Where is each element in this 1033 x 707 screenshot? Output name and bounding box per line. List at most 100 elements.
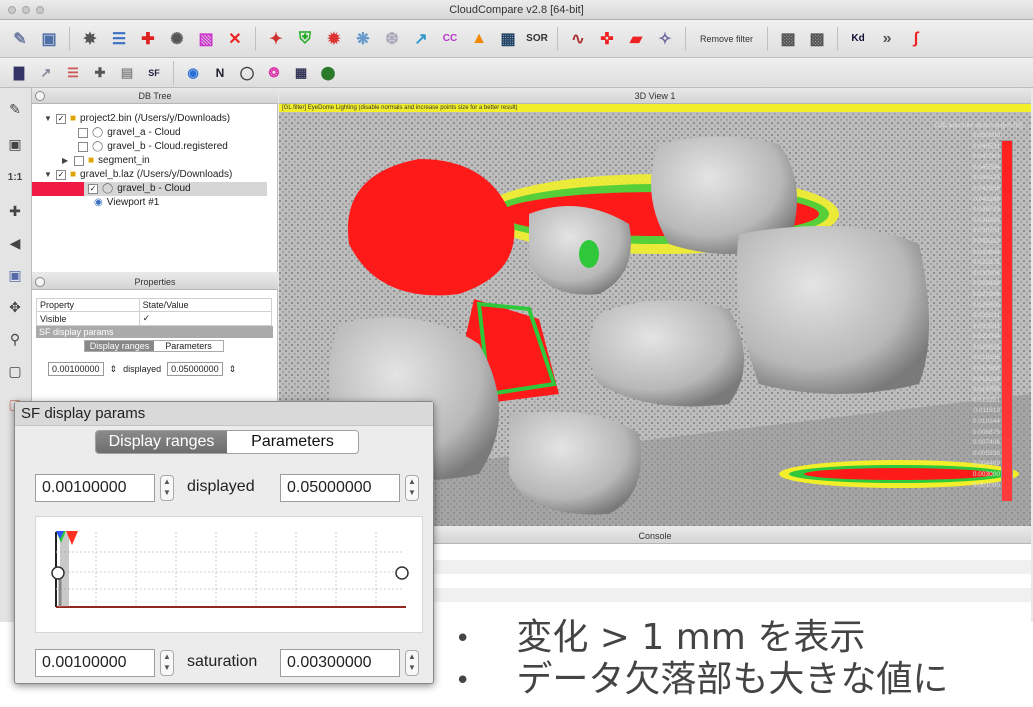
sor-icon[interactable]: SOR bbox=[525, 27, 549, 51]
minimize-window-button[interactable] bbox=[22, 6, 30, 14]
dock-pin-icon[interactable] bbox=[35, 277, 45, 287]
tab-parameters[interactable]: Parameters bbox=[227, 431, 358, 453]
tree-item-cloud[interactable]: ◯ gravel_a - Cloud bbox=[78, 126, 181, 140]
scale-value-label: 0.038250 bbox=[972, 216, 1000, 224]
secondary-toolbar: ▇ ↗ ☰ ✚ ▤ SF ◉ N ◯ ❂ ▦ ⬤ bbox=[0, 58, 1033, 88]
properties-title: Properties bbox=[134, 277, 176, 287]
saturation-min-field[interactable]: 0.00100000 bbox=[35, 649, 155, 677]
compare-icon[interactable]: ↗ bbox=[409, 27, 433, 51]
remove-filter-button[interactable]: Remove filter bbox=[694, 34, 759, 44]
histogram[interactable] bbox=[35, 516, 423, 633]
histogram-icon[interactable]: ▇ bbox=[8, 62, 30, 84]
dock-pin-icon[interactable] bbox=[35, 91, 45, 101]
save-icon[interactable]: ▣ bbox=[37, 27, 61, 51]
sat-handle-icon[interactable] bbox=[51, 566, 65, 580]
checkbox[interactable]: ✓ bbox=[88, 184, 98, 194]
display-min-field[interactable]: 0.00100000 bbox=[35, 474, 155, 502]
segment-icon[interactable]: ✺ bbox=[165, 27, 189, 51]
tree-item-viewport[interactable]: ◉ Viewport #1 bbox=[94, 196, 159, 210]
tree-item-project[interactable]: ▼ ✓ ■ project2.bin (/Users/y/Downloads) bbox=[44, 112, 230, 126]
checker-icon[interactable]: ▦ bbox=[496, 27, 520, 51]
color-icon[interactable]: ✹ bbox=[322, 27, 346, 51]
center-icon[interactable]: ✚ bbox=[4, 200, 26, 222]
sf-icon[interactable]: SF bbox=[143, 62, 165, 84]
toolbar-more-button[interactable]: » bbox=[875, 27, 899, 51]
pick-icon[interactable]: ✎ bbox=[4, 98, 26, 120]
checkbox[interactable] bbox=[74, 156, 84, 166]
sphere-icon[interactable]: ⬤ bbox=[317, 62, 339, 84]
checkbox[interactable]: ✓ bbox=[56, 114, 66, 124]
transform-icon[interactable]: ✚ bbox=[136, 27, 160, 51]
curve-icon[interactable]: ∿ bbox=[566, 27, 590, 51]
scale-value-label: 0.023563 bbox=[972, 322, 1000, 330]
spin-arrows-icon[interactable]: ▲ ▼ bbox=[405, 650, 419, 676]
settings-icon[interactable]: ✸ bbox=[78, 27, 102, 51]
plot-icon[interactable]: ↗ bbox=[35, 62, 57, 84]
property-visible-checkbox[interactable]: ✓ bbox=[138, 311, 273, 326]
checkbox[interactable] bbox=[78, 142, 88, 152]
list-icon[interactable]: ☰ bbox=[107, 27, 131, 51]
sf-shield-icon[interactable]: ◉ bbox=[182, 62, 204, 84]
spin-arrows-icon[interactable]: ⇕ bbox=[110, 364, 118, 375]
image2-icon[interactable]: ▩ bbox=[805, 27, 829, 51]
c2m-icon[interactable]: ▲ bbox=[467, 27, 491, 51]
spin-arrows-icon[interactable]: ▲ ▼ bbox=[405, 475, 419, 501]
spin-arrows-icon[interactable]: ⇕ bbox=[229, 364, 237, 375]
kdtree-icon[interactable]: Kd bbox=[846, 27, 870, 51]
normals-icon[interactable]: N bbox=[209, 62, 231, 84]
spin-arrows-icon[interactable]: ▲ ▼ bbox=[160, 475, 174, 501]
range-max-field[interactable]: 0.05000000 bbox=[167, 362, 223, 376]
selection-color-swatch bbox=[32, 182, 84, 196]
pivot-icon[interactable]: ◀ bbox=[4, 232, 26, 254]
tab-display-ranges[interactable]: Display ranges bbox=[85, 341, 154, 351]
open-icon[interactable]: ✎ bbox=[8, 27, 32, 51]
sat-handle-icon[interactable] bbox=[395, 566, 409, 580]
expand-arrow-icon[interactable]: ▼ bbox=[44, 112, 52, 126]
image-icon[interactable]: ▩ bbox=[776, 27, 800, 51]
lasso-icon[interactable]: ◯ bbox=[236, 62, 258, 84]
expand-arrow-icon[interactable]: ▼ bbox=[44, 168, 52, 182]
scalar-plot-icon[interactable]: ☰ bbox=[62, 62, 84, 84]
saturation-max-field[interactable]: 0.00300000 bbox=[280, 649, 400, 677]
mesh-icon[interactable]: ❂ bbox=[263, 62, 285, 84]
plane-icon[interactable]: ▰ bbox=[624, 27, 648, 51]
cross-icon[interactable]: ✜ bbox=[595, 27, 619, 51]
grid-icon[interactable]: ▦ bbox=[290, 62, 312, 84]
close-window-button[interactable] bbox=[8, 6, 16, 14]
cube-view-icon[interactable]: ▣ bbox=[4, 264, 26, 286]
tree-item-project[interactable]: ▼ ✓ ■ gravel_b.laz (/Users/y/Downloads) bbox=[44, 168, 232, 182]
merge-icon[interactable]: ▧ bbox=[194, 27, 218, 51]
delete-icon[interactable]: ✕ bbox=[223, 27, 247, 51]
range-min-field[interactable]: 0.00100000 bbox=[48, 362, 104, 376]
tab-parameters[interactable]: Parameters bbox=[154, 341, 223, 351]
cut-icon[interactable]: ❆ bbox=[380, 27, 404, 51]
expand-arrow-icon[interactable]: ▶ bbox=[62, 154, 70, 168]
filter-icon[interactable]: ⛨ bbox=[293, 27, 317, 51]
camera-icon[interactable]: ▣ bbox=[4, 133, 26, 155]
tab-display-ranges[interactable]: Display ranges bbox=[96, 431, 227, 453]
add-sf-icon[interactable]: ✚ bbox=[89, 62, 111, 84]
move-icon[interactable]: ✥ bbox=[4, 296, 26, 318]
scale-value-label: 0.045594 bbox=[972, 163, 1000, 171]
app-window: CloudCompare v2.8 [64-bit] ✎ ▣ ✸ ☰ ✚ ✺ ▧… bbox=[0, 0, 1033, 707]
scale-value-label: 0.032375 bbox=[972, 259, 1000, 267]
c2c-icon[interactable]: CC bbox=[438, 27, 462, 51]
sample-icon[interactable]: ✦ bbox=[264, 27, 288, 51]
delete-sf-icon[interactable]: ▤ bbox=[116, 62, 138, 84]
checkbox[interactable]: ✓ bbox=[56, 170, 66, 180]
tree-item-selected[interactable]: ✓ ◯ gravel_b - Cloud bbox=[32, 182, 267, 196]
tree-item-folder[interactable]: ▶ ■ segment_in bbox=[62, 154, 150, 168]
display-max-field[interactable]: 0.05000000 bbox=[280, 474, 400, 502]
zoom-one-button[interactable]: 1:1 bbox=[4, 166, 26, 188]
toolbar-separator bbox=[767, 26, 769, 51]
front-view-icon[interactable]: ▢ bbox=[4, 360, 26, 382]
tree-item-cloud[interactable]: ◯ gravel_b - Cloud.registered bbox=[78, 140, 228, 154]
properties-header: Properties bbox=[32, 274, 278, 290]
bracket-icon[interactable]: ∫ bbox=[904, 27, 928, 51]
checkbox[interactable] bbox=[78, 128, 88, 138]
zoom-icon[interactable]: ⚲ bbox=[4, 328, 26, 350]
noise-icon[interactable]: ❋ bbox=[351, 27, 375, 51]
spin-arrows-icon[interactable]: ▲ ▼ bbox=[160, 650, 174, 676]
zoom-window-button[interactable] bbox=[36, 6, 44, 14]
star-icon[interactable]: ✧ bbox=[653, 27, 677, 51]
